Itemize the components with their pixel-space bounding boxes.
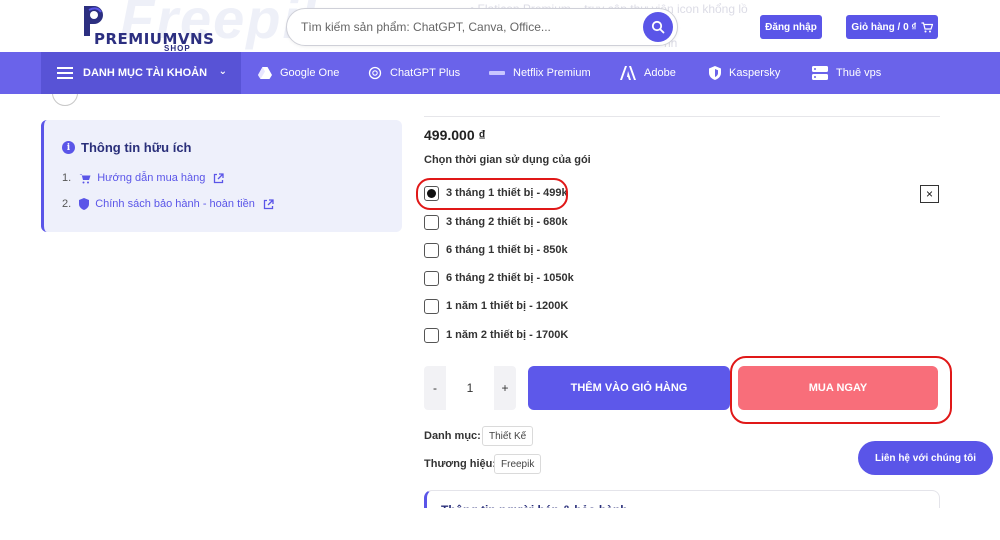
category-menu-button[interactable]: DANH MỤC TÀI KHOẢN ⌄ — [41, 52, 241, 94]
category-menu-label: DANH MỤC TÀI KHOẢN — [83, 67, 208, 79]
info-title-text: Thông tin hữu ích — [81, 140, 192, 155]
login-button[interactable]: Đăng nhập — [760, 15, 822, 39]
quantity-stepper: - 1 + — [424, 366, 516, 410]
option-6m-1d[interactable]: 6 tháng 1 thiết bị - 850k — [424, 241, 568, 259]
cart-button[interactable]: Giỏ hàng / 0 ₫ — [846, 15, 938, 39]
nav-item-label: Adobe — [644, 67, 676, 79]
option-1y-2d[interactable]: 1 năm 2 thiết bị - 1700K — [424, 326, 568, 344]
nav-item-label: Thuê vps — [836, 67, 882, 79]
brand-tag[interactable]: Freepik — [494, 454, 542, 474]
openai-icon — [368, 66, 382, 80]
shield-icon — [79, 198, 90, 210]
option-label: 1 năm 1 thiết bị - 1200K — [446, 300, 569, 312]
quantity-input[interactable]: 1 — [446, 366, 494, 410]
info-link-label: Hướng dẫn mua hàng — [97, 172, 206, 184]
option-checkbox[interactable] — [424, 242, 439, 258]
list-number: 2. — [62, 198, 72, 210]
nav-item-label: Netflix Premium — [513, 67, 591, 79]
nav-item-label: ChatGPT Plus — [390, 67, 461, 79]
cart-icon — [921, 21, 933, 32]
annotation-circle — [416, 178, 568, 210]
info-link-label: Chính sách bảo hành - hoàn tiền — [95, 198, 255, 210]
option-1y-1d[interactable]: 1 năm 1 thiết bị - 1200K — [424, 297, 568, 315]
nav-item-adobe[interactable]: Adobe — [620, 52, 676, 94]
duration-label: Chọn thời gian sử dụng của gói — [424, 154, 591, 166]
option-checkbox[interactable] — [424, 214, 439, 230]
brand-label: Thương hiệu: — [424, 458, 496, 470]
cart-icon — [79, 173, 91, 184]
option-checkbox[interactable] — [424, 327, 439, 343]
main-nav: DANH MỤC TÀI KHOẢN ⌄ Google One ChatGPT … — [0, 52, 1000, 94]
server-icon — [812, 66, 828, 80]
page-fold — [0, 508, 1000, 540]
increase-quantity-button[interactable]: + — [494, 366, 516, 410]
list-number: 1. — [62, 172, 72, 184]
clear-selection-button[interactable]: × — [920, 185, 939, 203]
nav-item-google-one[interactable]: Google One — [258, 52, 339, 94]
category-tag[interactable]: Thiết Kế — [482, 426, 534, 446]
nav-item-label: Google One — [280, 67, 340, 79]
option-3m-2d[interactable]: 3 tháng 2 thiết bị - 680k — [424, 213, 568, 231]
option-label: 3 tháng 2 thiết bị - 680k — [446, 216, 568, 228]
info-link-warranty-policy[interactable]: 2. Chính sách bảo hành - hoàn tiền — [62, 198, 274, 210]
shield-icon — [709, 66, 721, 80]
divider — [424, 116, 940, 117]
google-drive-icon — [258, 67, 272, 79]
search-input[interactable] — [301, 17, 631, 37]
chevron-down-icon: ⌄ — [218, 66, 227, 77]
useful-info-box: i Thông tin hữu ích 1. Hướng dẫn mua hàn… — [41, 120, 402, 232]
search-icon — [651, 20, 665, 34]
external-link-icon — [263, 198, 274, 210]
option-checkbox[interactable] — [424, 270, 439, 286]
nav-item-kaspersky[interactable]: Kaspersky — [709, 52, 780, 94]
contact-us-button[interactable]: Liên hệ với chúng tôi — [858, 441, 993, 475]
option-checkbox[interactable] — [424, 298, 439, 314]
option-label: 6 tháng 2 thiết bị - 1050k — [446, 272, 574, 284]
adobe-icon — [620, 66, 636, 80]
info-link-purchase-guide[interactable]: 1. Hướng dẫn mua hàng — [62, 172, 224, 184]
category-label: Danh mục: — [424, 430, 481, 442]
option-label: 1 năm 2 thiết bị - 1700K — [446, 329, 569, 341]
search-bar — [286, 8, 678, 46]
option-6m-2d[interactable]: 6 tháng 2 thiết bị - 1050k — [424, 269, 574, 287]
search-button[interactable] — [643, 12, 673, 42]
nav-item-vps[interactable]: Thuê vps — [812, 52, 881, 94]
annotation-circle — [730, 356, 952, 424]
external-link-icon — [213, 172, 224, 184]
close-icon: × — [925, 187, 933, 201]
site-header: Freepik • Flaticon Premium – truy cập th… — [0, 0, 1000, 53]
decrease-quantity-button[interactable]: - — [424, 366, 446, 410]
add-to-cart-button[interactable]: THÊM VÀO GIỎ HÀNG — [528, 366, 730, 410]
nav-item-chatgpt-plus[interactable]: ChatGPT Plus — [368, 52, 460, 94]
nav-item-netflix-premium[interactable]: Netflix Premium — [489, 52, 591, 94]
info-box-title: i Thông tin hữu ích — [62, 140, 192, 155]
product-price: 499.000 ₫ — [424, 127, 486, 143]
cart-label: Giỏ hàng / 0 ₫ — [851, 21, 917, 33]
netflix-icon — [489, 69, 505, 77]
info-icon: i — [62, 141, 75, 154]
logo-text: PREMIUMVNS — [94, 30, 215, 48]
nav-item-label: Kaspersky — [729, 67, 781, 79]
site-logo[interactable]: PREMIUMVNS SHOP — [80, 4, 214, 53]
hamburger-icon — [57, 67, 73, 79]
option-label: 6 tháng 1 thiết bị - 850k — [446, 244, 568, 256]
